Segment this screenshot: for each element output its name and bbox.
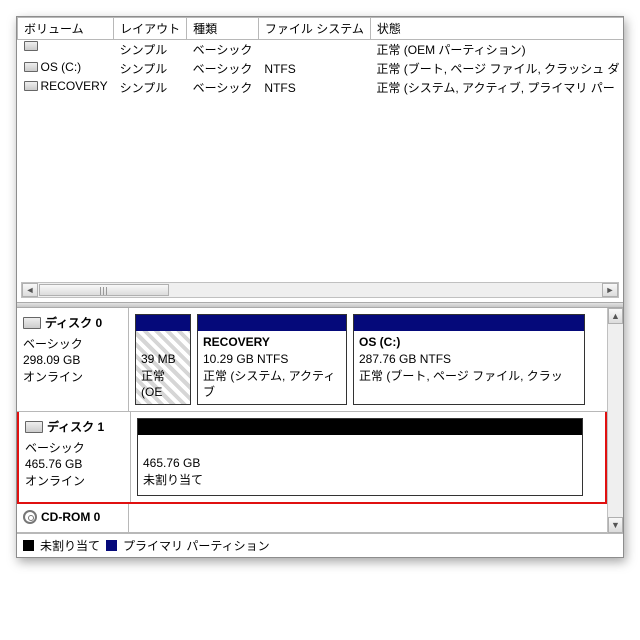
partition[interactable]: 465.76 GB未割り当て	[137, 418, 583, 496]
column-header-fs[interactable]: ファイル システム	[258, 18, 370, 40]
partition-color-bar	[354, 315, 584, 331]
disk-graphical-view: ディスク 0ベーシック298.09 GBオンライン39 MB正常 (OERECO…	[17, 308, 607, 533]
partition-size: 465.76 GB	[143, 455, 577, 472]
column-header-type[interactable]: 種類	[187, 18, 259, 40]
volume-row[interactable]: RECOVERY シンプルベーシックNTFS正常 (システム, アクティブ, プラ…	[18, 78, 624, 97]
volume-layout: シンプル	[114, 40, 187, 60]
legend-swatch-unallocated	[23, 540, 34, 551]
column-header-layout[interactable]: レイアウト	[114, 18, 187, 40]
horizontal-scrollbar[interactable]: ◄ ►	[21, 282, 619, 298]
disk-title: CD-ROM 0	[41, 510, 100, 524]
scroll-up-arrow[interactable]: ▲	[608, 308, 623, 324]
volume-name: RECOVERY	[41, 79, 108, 93]
partition-status: 正常 (OE	[141, 368, 185, 402]
partition-status: 正常 (システム, アクティブ	[203, 368, 341, 402]
disk-title: ディスク 0	[45, 314, 102, 331]
column-header-status[interactable]: 状態	[370, 18, 623, 40]
partition-label: RECOVERY	[203, 334, 341, 351]
scroll-down-arrow[interactable]: ▼	[608, 517, 623, 533]
disk-info[interactable]: ディスク 0 ベーシック298.09 GBオンライン	[17, 308, 129, 411]
partition-label: OS (C:)	[359, 334, 579, 351]
volume-type: ベーシック	[187, 40, 259, 60]
volume-name: OS (C:)	[41, 60, 82, 74]
disk-row-cdrom: CD-ROM 0	[17, 504, 607, 533]
volume-fs: NTFS	[258, 78, 370, 97]
partition[interactable]: RECOVERY10.29 GB NTFS正常 (システム, アクティブ	[197, 314, 347, 405]
cdrom-icon	[23, 510, 37, 524]
drive-icon	[24, 41, 38, 51]
volume-layout: シンプル	[114, 78, 187, 97]
disk-title: ディスク 1	[47, 418, 104, 435]
disk-info[interactable]: CD-ROM 0	[17, 504, 129, 532]
legend: 未割り当て プライマリ パーティション	[17, 533, 623, 557]
disk-size: 298.09 GB	[23, 353, 122, 367]
partition-color-bar	[138, 419, 582, 435]
partition-size: 287.76 GB NTFS	[359, 351, 579, 368]
disk-row: ディスク 1ベーシック465.76 GBオンライン465.76 GB未割り当て	[17, 412, 607, 504]
scroll-thumb[interactable]	[39, 284, 169, 296]
scroll-left-arrow[interactable]: ◄	[22, 283, 38, 297]
legend-label-primary: プライマリ パーティション	[123, 537, 270, 554]
disk-row: ディスク 0ベーシック298.09 GBオンライン39 MB正常 (OERECO…	[17, 308, 607, 412]
volume-fs: NTFS	[258, 59, 370, 78]
volume-row[interactable]: シンプルベーシック 正常 (OEM パーティション)	[18, 40, 624, 60]
vertical-scrollbar[interactable]: ▲ ▼	[607, 308, 623, 533]
partition-status: 正常 (ブート, ページ ファイル, クラッ	[359, 368, 579, 385]
legend-swatch-primary	[106, 540, 117, 551]
volume-type: ベーシック	[187, 59, 259, 78]
partition[interactable]: OS (C:)287.76 GB NTFS正常 (ブート, ページ ファイル, …	[353, 314, 585, 405]
partition-status: 未割り当て	[143, 472, 577, 489]
column-header-volume[interactable]: ボリューム	[18, 18, 114, 40]
partition-color-bar	[136, 315, 190, 331]
partition[interactable]: 39 MB正常 (OE	[135, 314, 191, 405]
disk-size: 465.76 GB	[25, 457, 124, 471]
volume-layout: シンプル	[114, 59, 187, 78]
disk-subtype: ベーシック	[25, 439, 124, 456]
drive-icon	[24, 62, 38, 72]
disk-management-window: ボリュームレイアウト種類ファイル システム状態 シンプルベーシック正常 (OEM…	[16, 16, 624, 558]
partition-size: 10.29 GB NTFS	[203, 351, 341, 368]
volume-status: 正常 (OEM パーティション)	[370, 40, 623, 60]
volume-list[interactable]: ボリュームレイアウト種類ファイル システム状態 シンプルベーシック 正常 (OEM…	[17, 17, 623, 302]
drive-icon	[24, 81, 38, 91]
volume-row[interactable]: OS (C:) シンプルベーシックNTFS正常 (ブート, ページ ファイル, ク…	[18, 59, 624, 78]
volume-fs	[258, 40, 370, 60]
disk-state: オンライン	[25, 472, 124, 489]
volume-status: 正常 (システム, アクティブ, プライマリ パー	[370, 78, 623, 97]
disk-state: オンライン	[23, 368, 122, 385]
partition-size: 39 MB	[141, 351, 185, 368]
volume-type: ベーシック	[187, 78, 259, 97]
volume-status: 正常 (ブート, ページ ファイル, クラッシュ ダ	[370, 59, 623, 78]
disk-subtype: ベーシック	[23, 335, 122, 352]
scroll-right-arrow[interactable]: ►	[602, 283, 618, 297]
disk-icon	[25, 421, 43, 433]
disk-icon	[23, 317, 41, 329]
partition-color-bar	[198, 315, 346, 331]
legend-label-unallocated: 未割り当て	[40, 537, 100, 554]
disk-info[interactable]: ディスク 1 ベーシック465.76 GBオンライン	[19, 412, 131, 502]
